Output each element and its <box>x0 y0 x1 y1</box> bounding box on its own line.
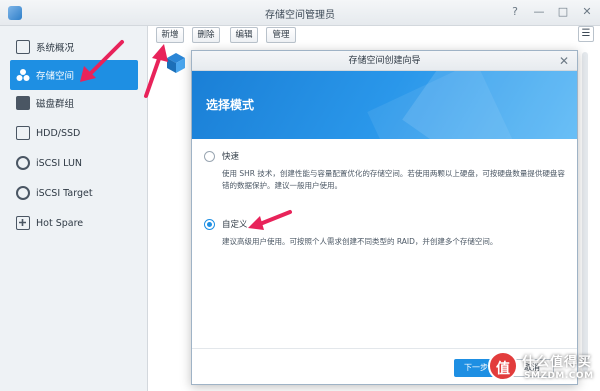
iscsi-target-icon <box>16 186 30 200</box>
window-controls: ? — □ ✕ <box>508 5 594 19</box>
list-view-icon[interactable]: ☰ <box>578 26 594 42</box>
dialog-heading: 选择模式 <box>206 98 255 112</box>
annotation-arrow <box>80 40 124 82</box>
sidebar-item-label: 存储空间 <box>36 71 75 82</box>
sidebar-item-disk-group[interactable]: 磁盘群组 <box>10 88 138 118</box>
sidebar-item-label: iSCSI LUN <box>36 157 83 169</box>
disk-group-icon <box>16 96 30 110</box>
sidebar-item-label: 磁盘群组 <box>36 99 75 110</box>
toolbar: 新增 删除 编辑 管理 ☰ <box>148 26 600 48</box>
sidebar-item-label: iSCSI Target <box>36 187 93 199</box>
annotation-arrow <box>248 210 292 230</box>
sidebar-item-iscsi-target[interactable]: iSCSI Target <box>10 178 138 208</box>
help-icon[interactable]: ? <box>508 5 522 19</box>
annotation-arrow <box>144 44 168 98</box>
watermark: 值 什么值得买 SMZDM.COM <box>488 349 594 385</box>
storage-pool-icon <box>16 68 30 82</box>
custom-description: 建议高级用户使用。可按照个人需求创建不同类型的 RAID，并创建多个存储空间。 <box>222 237 498 246</box>
dialog-title: 存储空间创建向导 <box>192 51 577 71</box>
watermark-badge: 值 <box>488 351 518 381</box>
content-scrollbar[interactable] <box>582 52 588 372</box>
watermark-text: 什么值得买 <box>522 355 593 370</box>
sidebar-item-hot-spare[interactable]: Hot Spare <box>10 208 138 238</box>
minimize-icon[interactable]: — <box>532 5 546 19</box>
overview-icon <box>16 40 30 54</box>
sidebar-item-iscsi-lun[interactable]: iSCSI LUN <box>10 148 138 178</box>
sidebar-item-label: Hot Spare <box>36 217 84 229</box>
maximize-icon[interactable]: □ <box>556 5 570 19</box>
sidebar-item-label: 系统概况 <box>36 43 75 54</box>
sidebar-item-label: HDD/SSD <box>36 127 81 139</box>
quick-label: 快速 <box>222 152 240 162</box>
edit-button[interactable]: 编辑 <box>230 27 258 43</box>
hdd-icon <box>16 126 30 140</box>
quick-description: 使用 SHR 技术，创建性能与容量配置优化的存储空间。若使用两颗以上硬盘，可按硬… <box>222 169 565 190</box>
custom-radio[interactable] <box>204 219 215 230</box>
title-bar: 存储空间管理员 ? — □ ✕ <box>0 0 600 26</box>
close-icon[interactable]: ✕ <box>580 5 594 19</box>
dialog-close-icon[interactable]: ✕ <box>559 54 569 68</box>
delete-button[interactable]: 删除 <box>192 27 220 43</box>
dialog-header: 选择模式 <box>192 71 577 139</box>
hot-spare-icon <box>16 216 30 230</box>
manage-button[interactable]: 管理 <box>266 27 296 43</box>
watermark-url: SMZDM.COM <box>524 371 594 381</box>
quick-radio[interactable] <box>204 151 215 162</box>
iscsi-lun-icon <box>16 156 30 170</box>
sidebar-item-hdd-ssd[interactable]: HDD/SSD <box>10 118 138 148</box>
